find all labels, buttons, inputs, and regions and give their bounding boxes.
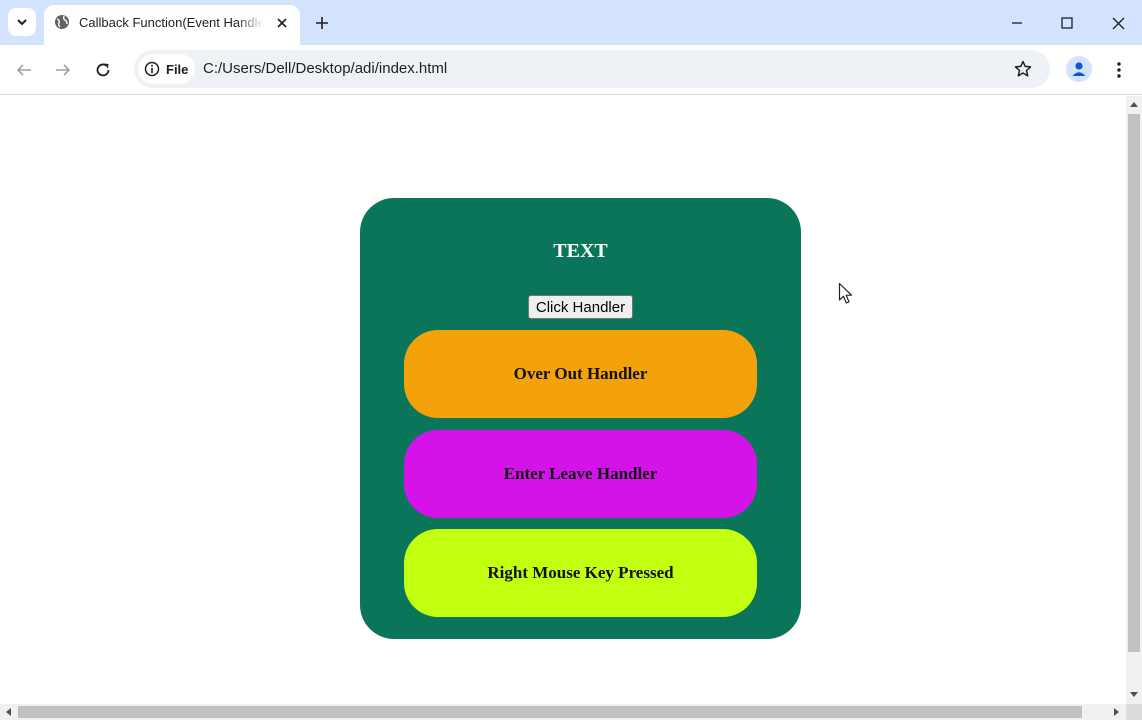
star-icon: [1014, 60, 1032, 77]
new-tab-button[interactable]: [310, 11, 334, 35]
horizontal-scrollbar[interactable]: [0, 704, 1126, 720]
over-out-handler-box[interactable]: Over Out Handler: [404, 330, 757, 418]
chevron-down-icon: [17, 19, 27, 26]
horizontal-scroll-thumb[interactable]: [18, 706, 1082, 718]
kebab-menu-icon: [1117, 62, 1121, 78]
forward-button[interactable]: [51, 58, 75, 82]
info-icon: [144, 61, 160, 77]
close-window-button[interactable]: [1103, 8, 1133, 38]
close-icon: [277, 18, 287, 28]
forward-arrow-icon: [56, 64, 71, 76]
enter-leave-handler-box[interactable]: Enter Leave Handler: [404, 430, 757, 518]
right-mouse-key-box[interactable]: Right Mouse Key Pressed: [404, 529, 757, 617]
back-arrow-icon: [16, 64, 31, 76]
scroll-right-icon[interactable]: [1114, 708, 1119, 716]
maximize-button[interactable]: [1052, 8, 1082, 38]
globe-icon: [55, 15, 69, 29]
address-bar[interactable]: File C:/Users/Dell/Desktop/adi/index.htm…: [134, 50, 1050, 88]
page-viewport: TEXT Click Handler Over Out Handler Ente…: [0, 96, 1126, 704]
minimize-button[interactable]: [1002, 8, 1032, 38]
tab-title: Callback Function(Event Handler): [79, 15, 264, 30]
minimize-icon: [1012, 22, 1022, 24]
vertical-scrollbar[interactable]: [1126, 96, 1142, 704]
site-info-label: File: [166, 61, 189, 77]
tab-close-button[interactable]: [272, 13, 292, 33]
reload-button[interactable]: [91, 58, 115, 82]
scroll-down-icon[interactable]: [1130, 692, 1138, 697]
browser-menu-button[interactable]: [1107, 58, 1131, 82]
maximize-icon: [1061, 17, 1073, 29]
vertical-scroll-thumb[interactable]: [1128, 114, 1140, 652]
site-info-chip[interactable]: File: [138, 54, 195, 84]
back-button[interactable]: [12, 58, 36, 82]
scroll-up-icon[interactable]: [1130, 102, 1138, 107]
click-handler-button[interactable]: Click Handler: [528, 295, 633, 319]
browser-toolbar: File C:/Users/Dell/Desktop/adi/index.htm…: [0, 45, 1142, 95]
close-icon: [1112, 17, 1124, 29]
mouse-cursor-icon: [838, 282, 853, 304]
reload-icon: [96, 63, 110, 77]
url-text[interactable]: C:/Users/Dell/Desktop/adi/index.html: [203, 60, 447, 77]
scroll-left-icon[interactable]: [6, 708, 11, 716]
tab-strip: Callback Function(Event Handler): [0, 0, 1142, 45]
bookmark-button[interactable]: [1012, 58, 1034, 80]
scrollbar-corner: [1126, 704, 1142, 720]
page-heading: TEXT: [553, 240, 608, 262]
plus-icon: [316, 17, 328, 29]
profile-button[interactable]: [1066, 56, 1092, 82]
handler-card: TEXT Click Handler Over Out Handler Ente…: [360, 198, 801, 639]
tab-search-button[interactable]: [8, 8, 36, 36]
person-icon: [1072, 62, 1086, 76]
browser-tab-active[interactable]: Callback Function(Event Handler): [44, 5, 300, 45]
